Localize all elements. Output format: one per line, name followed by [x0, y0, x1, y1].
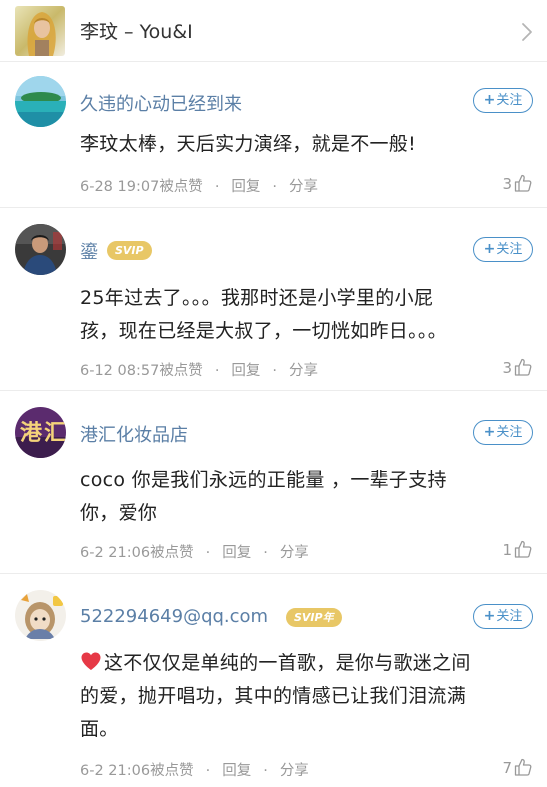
- comment-username[interactable]: 522294649@qq.com: [80, 606, 268, 627]
- like-count: 7: [502, 759, 512, 777]
- comment-item: 522294649@qq.com SVIP年 +关注 这不仅仅是单纯的一首歌，是…: [0, 574, 547, 787]
- comment-username[interactable]: 鎏: [80, 238, 98, 264]
- thumbs-up-icon: [514, 358, 532, 376]
- song-title: 李玟 – You&I: [80, 21, 193, 43]
- liked-label: 被点赞: [159, 363, 203, 379]
- reply-button[interactable]: 回复: [222, 763, 251, 779]
- svip-badge: SVIP: [107, 241, 152, 260]
- user-avatar[interactable]: [15, 224, 66, 275]
- like-count: 1: [502, 541, 512, 559]
- svg-text:汇: 汇: [44, 421, 66, 446]
- comment-text: 25年过去了。。。我那时还是小学里的小屁 孩，现在已经是大叔了，一切恍如昨日。。…: [80, 287, 448, 342]
- comment-item: 久违的心动已经到来 +关注 李玟太棒，天后实力演绎，就是不一般! 6-28 19…: [0, 62, 547, 208]
- thumbs-up-icon: [514, 174, 532, 192]
- user-avatar[interactable]: [15, 590, 66, 641]
- comment-text: coco 你是我们永远的正能量 ，一辈子支持 你，爱你: [80, 469, 447, 524]
- album-cover-thumbnail: [15, 6, 65, 56]
- liked-label: 被点赞: [159, 179, 203, 195]
- comment-meta: 6-2 21:06被点赞 · 回复 · 分享: [80, 545, 309, 561]
- chevron-right-icon[interactable]: [519, 21, 535, 43]
- svg-text:港: 港: [20, 421, 43, 446]
- like-button[interactable]: 7: [502, 757, 533, 777]
- follow-button[interactable]: +关注: [473, 420, 533, 445]
- reply-button[interactable]: 回复: [231, 363, 260, 379]
- follow-button[interactable]: +关注: [473, 604, 533, 629]
- comment-meta: 6-2 21:06被点赞 · 回复 · 分享: [80, 763, 309, 779]
- comment-meta: 6-28 19:07被点赞 · 回复 · 分享: [80, 179, 319, 195]
- comment-text: 这不仅仅是单纯的一首歌，是你与歌迷之间 的爱，抛开唱功，其中的情感已让我们泪流满…: [80, 652, 471, 740]
- comment-item: 鎏 SVIP +关注 25年过去了。。。我那时还是小学里的小屁 孩，现在已经是大…: [0, 208, 547, 391]
- comment-date: 6-2 21:06: [80, 763, 151, 779]
- comment-meta: 6-12 08:57被点赞 · 回复 · 分享: [80, 363, 319, 379]
- heart-emoji-icon: [81, 652, 101, 670]
- user-avatar[interactable]: [15, 76, 66, 127]
- like-button[interactable]: 1: [502, 539, 533, 559]
- like-button[interactable]: 3: [502, 173, 533, 193]
- comment-username[interactable]: 港汇化妆品店: [80, 421, 188, 447]
- like-count: 3: [502, 359, 512, 377]
- like-button[interactable]: 3: [502, 357, 533, 377]
- reply-button[interactable]: 回复: [222, 545, 251, 561]
- liked-label: 被点赞: [150, 763, 194, 779]
- share-button[interactable]: 分享: [280, 763, 309, 779]
- follow-button[interactable]: +关注: [473, 88, 533, 113]
- thumbs-up-icon: [514, 758, 532, 776]
- thumbs-up-icon: [514, 540, 532, 558]
- reply-button[interactable]: 回复: [231, 179, 260, 195]
- share-button[interactable]: 分享: [280, 545, 309, 561]
- like-count: 3: [502, 175, 512, 193]
- liked-label: 被点赞: [150, 545, 194, 561]
- share-button[interactable]: 分享: [289, 363, 318, 379]
- user-avatar[interactable]: 港 汇: [15, 407, 66, 458]
- comment-date: 6-28 19:07: [80, 179, 160, 195]
- share-button[interactable]: 分享: [289, 179, 318, 195]
- svip-badge: SVIP年: [286, 608, 342, 627]
- comment-username[interactable]: 久违的心动已经到来: [80, 90, 242, 116]
- comment-date: 6-2 21:06: [80, 545, 151, 561]
- comment-text: 李玟太棒，天后实力演绎，就是不一般!: [80, 133, 417, 155]
- follow-button[interactable]: +关注: [473, 237, 533, 262]
- song-header[interactable]: 李玟 – You&I: [0, 0, 547, 62]
- comment-item: 港 汇 港汇化妆品店 +关注 coco 你是我们永远的正能量 ，一辈子支持 你，…: [0, 391, 547, 574]
- comment-date: 6-12 08:57: [80, 363, 160, 379]
